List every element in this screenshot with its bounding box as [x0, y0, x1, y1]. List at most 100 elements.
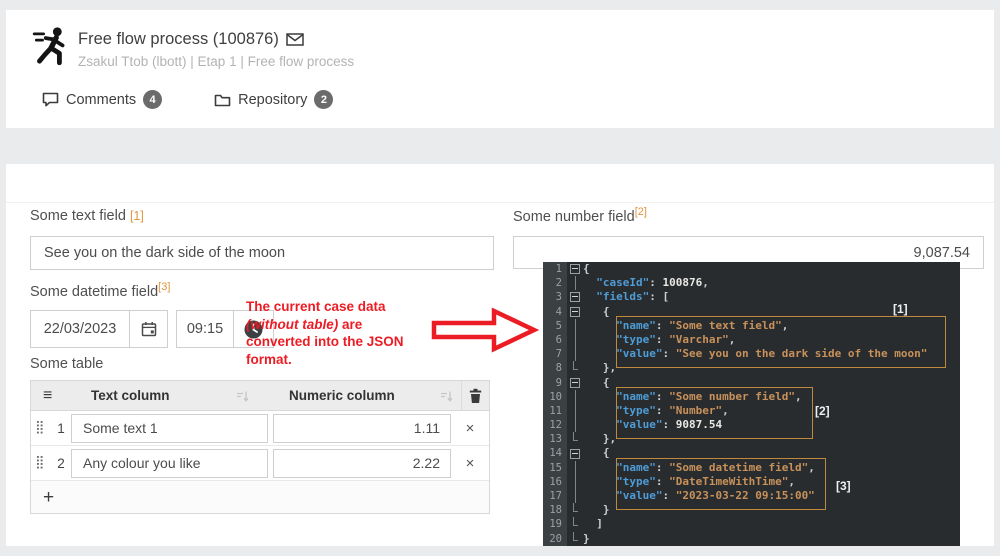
tab-comments[interactable]: Comments 4 — [42, 90, 163, 109]
number-field-label: Some number field[2] — [513, 206, 647, 225]
fold-guide — [567, 332, 583, 348]
fold-toggle-icon[interactable] — [567, 262, 583, 276]
fold-guide — [567, 489, 583, 504]
delete-row-button[interactable]: × — [451, 455, 489, 472]
comments-count-badge: 4 — [143, 90, 163, 109]
time-input[interactable]: 09:15 — [176, 310, 234, 348]
line-number: 9 — [543, 375, 567, 390]
code-text: "fields": [ — [596, 290, 670, 304]
fold-guide — [567, 318, 583, 333]
code-line: 20} — [543, 531, 960, 546]
highlight-label-3: [3] — [836, 479, 851, 493]
add-row-button[interactable]: + — [35, 488, 54, 507]
drag-handle-icon[interactable]: ⣿ — [35, 421, 51, 434]
code-text: ] — [583, 517, 603, 531]
fold-guide — [567, 531, 583, 546]
code-text: "caseId": 100876, — [596, 276, 709, 290]
text-field-label: Some text field [1] — [30, 208, 144, 224]
datetime-field-group: 22/03/2023 09:15 — [30, 310, 274, 348]
case-subtitle: Zsakul Ttob (lbott) | Etap 1 | Free flow… — [78, 54, 355, 69]
line-number: 3 — [543, 290, 567, 305]
envelope-icon[interactable] — [286, 33, 304, 46]
highlight-box-3 — [616, 458, 826, 510]
column-header-numeric[interactable]: Numeric column — [289, 388, 395, 403]
text-field-input[interactable] — [30, 236, 494, 270]
row-text-input[interactable] — [71, 448, 268, 478]
code-line: 2 "caseId": 100876, — [543, 276, 960, 291]
speech-bubble-icon — [42, 92, 59, 107]
trash-icon[interactable] — [468, 388, 483, 404]
code-text: } — [583, 531, 590, 545]
app-window: Free flow process (100876) Zsakul Ttob (… — [0, 0, 1000, 556]
fold-toggle-icon[interactable] — [567, 446, 583, 460]
tab-repository[interactable]: Repository 2 — [214, 90, 334, 109]
line-number: 15 — [543, 460, 567, 475]
highlight-box-2 — [616, 387, 813, 439]
fold-toggle-icon[interactable] — [567, 376, 583, 390]
page-title: Free flow process (100876) — [78, 30, 279, 48]
panel-divider — [6, 202, 994, 203]
code-text: { — [583, 304, 610, 318]
some-table: ≡ Text column Numeric column ⣿ 1 Some te… — [30, 380, 490, 514]
header-tabs: Comments 4 Repository 2 — [42, 90, 334, 109]
tab-repository-label: Repository — [238, 91, 308, 108]
line-number: 16 — [543, 474, 567, 489]
line-number: 10 — [543, 389, 567, 404]
row-numeric-input[interactable] — [273, 448, 451, 478]
field-marker-2: [2] — [634, 206, 647, 218]
row-numeric-input[interactable] — [273, 413, 451, 443]
line-number: 8 — [543, 361, 567, 376]
line-number: 14 — [543, 446, 567, 461]
line-number: 7 — [543, 347, 567, 362]
row-index: 1 — [57, 420, 65, 436]
fold-guide — [567, 432, 583, 446]
annotation-note: The current case data (without table) ar… — [246, 299, 404, 367]
code-line: 1{ — [543, 262, 960, 277]
line-number: 17 — [543, 489, 567, 504]
table-row: ⣿ 1 × — [31, 411, 489, 446]
row-text-input[interactable] — [71, 413, 268, 443]
column-header-text[interactable]: Text column — [91, 388, 170, 403]
fold-guide — [567, 474, 583, 489]
table-header-row: ≡ Text column Numeric column — [31, 381, 489, 411]
line-number: 11 — [543, 403, 567, 419]
red-arrow — [431, 307, 539, 353]
hamburger-menu-icon[interactable]: ≡ — [43, 387, 52, 404]
line-number: 12 — [543, 418, 567, 433]
table-footer-row: + — [31, 481, 489, 513]
case-header-panel: Free flow process (100876) Zsakul Ttob (… — [6, 10, 994, 128]
calendar-button[interactable] — [130, 310, 168, 348]
sort-icon[interactable] — [440, 390, 453, 402]
line-number: 19 — [543, 517, 567, 532]
code-text: }, — [583, 361, 617, 375]
fold-guide — [567, 517, 583, 531]
highlight-box-1 — [616, 316, 946, 368]
fold-toggle-icon[interactable] — [567, 290, 583, 304]
delete-row-button[interactable]: × — [451, 420, 489, 437]
fold-toggle-icon[interactable] — [567, 305, 583, 319]
fold-guide — [567, 403, 583, 419]
line-number: 4 — [543, 304, 567, 319]
line-number: 20 — [543, 531, 567, 546]
drag-handle-icon[interactable]: ⣿ — [35, 456, 51, 469]
calendar-icon — [141, 322, 156, 337]
folder-icon — [214, 94, 231, 106]
code-line: 19 ] — [543, 517, 960, 532]
sort-icon[interactable] — [236, 390, 249, 402]
code-text: { — [583, 446, 610, 460]
code-text: { — [583, 375, 610, 389]
fold-guide — [567, 361, 583, 375]
json-code-editor[interactable]: 1{2 "caseId": 100876, 3 "fields": [4 {5 "… — [543, 262, 960, 546]
field-marker-3: [3] — [158, 281, 171, 293]
code-text: } — [583, 503, 610, 517]
field-marker-1: [1] — [129, 209, 144, 223]
date-input[interactable]: 22/03/2023 — [30, 310, 130, 348]
fold-guide — [567, 460, 583, 475]
datetime-field-label: Some datetime field[3] — [30, 281, 171, 300]
highlight-label-2: [2] — [815, 404, 830, 418]
code-text: { — [583, 262, 590, 275]
line-number: 2 — [543, 276, 567, 291]
fold-guide — [567, 276, 583, 291]
row-index: 2 — [57, 455, 65, 471]
tab-comments-label: Comments — [66, 91, 137, 108]
